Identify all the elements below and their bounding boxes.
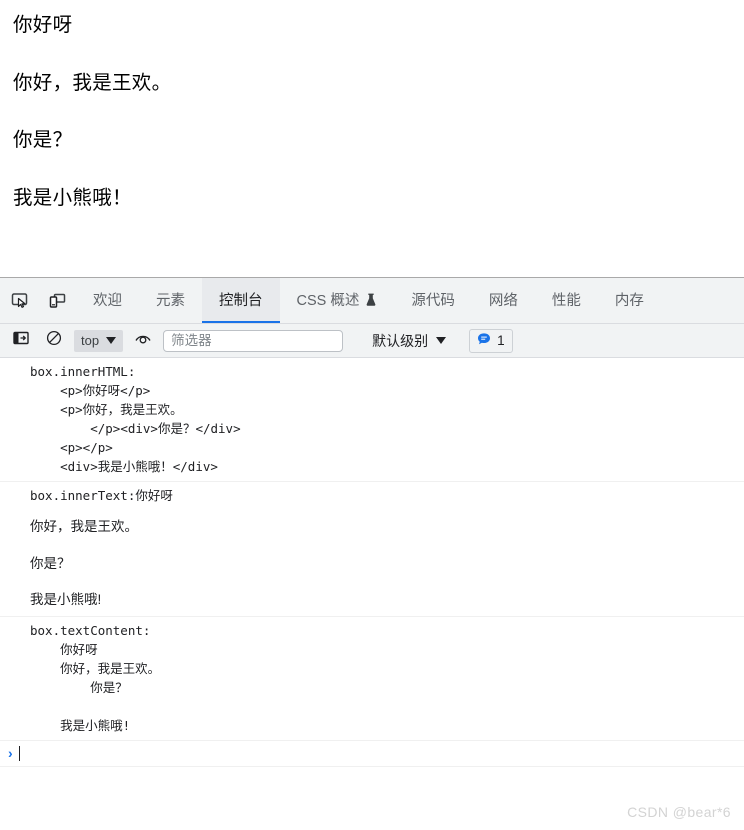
console-sidebar-button[interactable] <box>8 329 34 353</box>
console-message-text: box.textContent: 你好呀 你好，我是王欢。 你是？ 我是小熊哦! <box>30 622 161 733</box>
console-message-line: 你好，我是王欢。 <box>30 519 138 534</box>
console-filter-input[interactable] <box>163 329 344 352</box>
speech-bubble-icon <box>477 332 491 349</box>
tab-label: 性能 <box>551 293 581 309</box>
page-paragraph: 你是？ <box>13 129 73 151</box>
page-viewport: 你好呀 你好，我是王欢。 你是？ 我是小熊哦！ <box>0 0 744 277</box>
tab-network[interactable]: 网络 <box>472 278 535 323</box>
console-toolbar: top 默认级别 1 <box>0 324 744 358</box>
clear-console-button[interactable] <box>41 329 67 353</box>
tab-memory[interactable]: 内存 <box>598 278 661 323</box>
flask-icon <box>365 293 377 307</box>
prompt-arrow-icon: › <box>8 745 13 762</box>
console-message-text: box.innerHTML: <p>你好呀</p> <p>你好，我是王欢。 </… <box>30 364 241 474</box>
page-paragraph: 我是小熊哦！ <box>13 186 132 209</box>
execution-context-dropdown[interactable]: top <box>74 329 124 352</box>
tab-label: 源代码 <box>411 293 455 309</box>
tab-label: 内存 <box>614 293 644 309</box>
eye-icon <box>134 331 152 350</box>
log-level-dropdown[interactable]: 默认级别 <box>372 331 447 351</box>
tab-label: 网络 <box>488 293 518 309</box>
tab-sources[interactable]: 源代码 <box>394 278 472 323</box>
console-message-line: 你是？ <box>30 555 71 571</box>
console-message-innerhtml[interactable]: box.innerHTML: <p>你好呀</p> <p>你好，我是王欢。 </… <box>0 358 744 482</box>
console-message-line: 我是小熊哦! <box>30 592 102 608</box>
tab-label: 控制台 <box>219 293 263 309</box>
device-toolbar-icon <box>49 292 66 309</box>
console-prompt[interactable]: › <box>0 741 744 767</box>
inspect-element-button[interactable] <box>0 278 38 323</box>
console-message-innertext[interactable]: box.innerText:你好呀 你好，我是王欢。 你是？ 我是小熊哦! <box>0 482 744 617</box>
tab-elements[interactable]: 元素 <box>139 278 202 323</box>
chevron-down-icon <box>106 337 117 344</box>
inspect-element-icon <box>11 292 28 309</box>
execution-context-value: top <box>81 333 100 348</box>
message-count-badge[interactable]: 1 <box>469 328 513 353</box>
live-expression-button[interactable] <box>130 329 156 353</box>
console-message-head: box.innerText:你好呀 <box>30 488 173 503</box>
text-cursor <box>18 745 20 761</box>
devtools-tabbar: 欢迎 元素 控制台 CSS 概述 源代码 网络 性能 内存 <box>0 278 744 324</box>
tab-css-overview[interactable]: CSS 概述 <box>280 278 395 323</box>
console-sidebar-icon <box>13 330 29 351</box>
tab-welcome[interactable]: 欢迎 <box>76 278 139 323</box>
page-paragraph: 你好呀 <box>13 14 73 36</box>
tab-label: 元素 <box>156 293 185 309</box>
console-message-textcontent[interactable]: box.textContent: 你好呀 你好，我是王欢。 你是？ 我是小熊哦! <box>0 617 744 741</box>
log-level-value: 默认级别 <box>372 332 429 349</box>
page-paragraph: 你好，我是王欢。 <box>13 71 172 94</box>
devtools-panel: 欢迎 元素 控制台 CSS 概述 源代码 网络 性能 内存 top 筛选器 默认… <box>0 277 744 830</box>
tab-label: 欢迎 <box>93 293 122 309</box>
watermark: CSDN @bear*6 <box>627 804 731 820</box>
message-count-value: 1 <box>497 333 505 348</box>
tab-performance[interactable]: 性能 <box>535 278 598 323</box>
tab-label: CSS 概述 <box>296 293 360 309</box>
clear-console-icon <box>46 330 62 351</box>
console-message-list[interactable]: box.innerHTML: <p>你好呀</p> <p>你好，我是王欢。 </… <box>0 358 744 830</box>
chevron-down-icon <box>436 337 447 344</box>
device-toolbar-button[interactable] <box>38 278 76 323</box>
tab-console[interactable]: 控制台 <box>202 278 280 323</box>
